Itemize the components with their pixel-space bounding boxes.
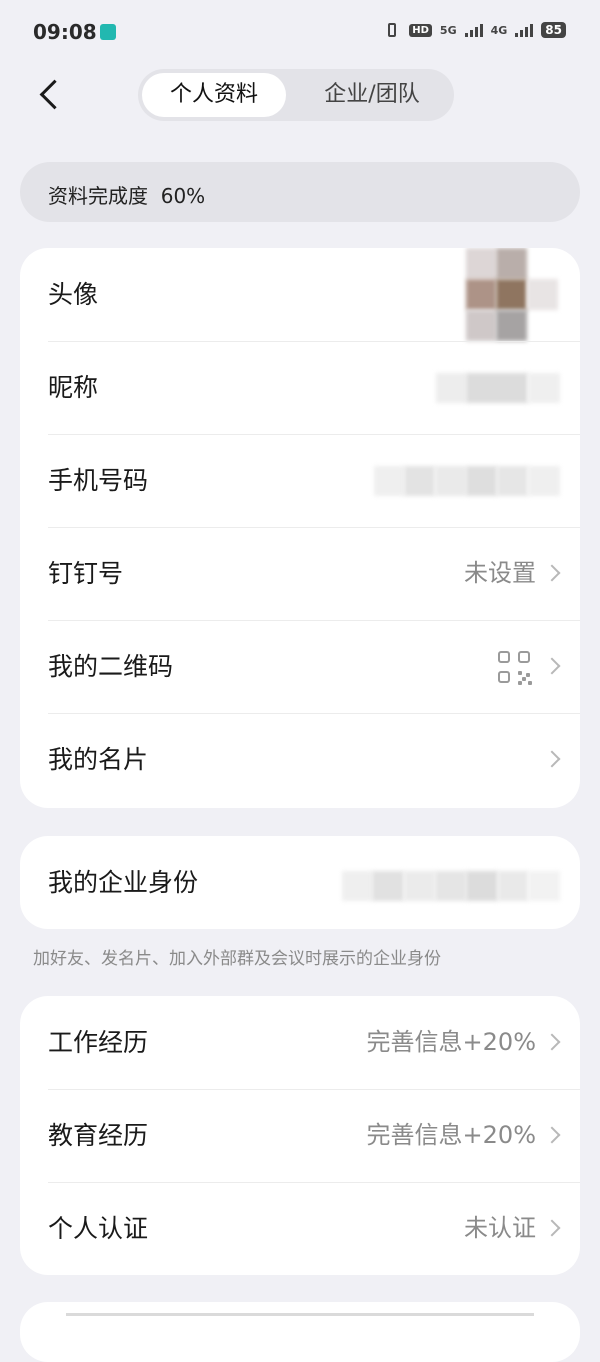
- avatar-row[interactable]: 头像: [20, 248, 580, 341]
- business-card-label: 我的名片: [48, 745, 149, 774]
- profile-info-card: 头像 昵称 手机号码 钉钉号 未设置 我的二维码 我的名片: [20, 248, 580, 808]
- nickname-value-redacted: [436, 373, 560, 403]
- phone-row[interactable]: 手机号码: [20, 434, 580, 527]
- dingtalk-id-row[interactable]: 钉钉号 未设置: [20, 527, 580, 620]
- dingtalk-id-label: 钉钉号: [48, 559, 124, 588]
- work-experience-row[interactable]: 工作经历 完善信息+20%: [20, 996, 580, 1089]
- nickname-row[interactable]: 昵称: [20, 341, 580, 434]
- business-card-row[interactable]: 我的名片: [20, 713, 580, 806]
- work-experience-label: 工作经历: [48, 1028, 149, 1057]
- avatar[interactable]: [466, 248, 558, 341]
- qr-code-icon: [498, 651, 532, 685]
- signal-5g-icon: [464, 23, 483, 37]
- completion-value: 60%: [160, 184, 206, 208]
- app-notification-icon: [100, 24, 116, 40]
- experience-card: 工作经历 完善信息+20% 教育经历 完善信息+20% 个人认证 未认证: [20, 996, 580, 1275]
- next-section-card: [20, 1302, 580, 1362]
- enterprise-identity-hint: 加好友、发名片、加入外部群及会议时展示的企业身份: [33, 949, 441, 969]
- phone-label: 手机号码: [48, 466, 149, 495]
- enterprise-identity-card: 我的企业身份: [20, 836, 580, 929]
- education-row[interactable]: 教育经历 完善信息+20%: [20, 1089, 580, 1182]
- chevron-right-icon: [543, 1219, 561, 1237]
- completion-label: 资料完成度: [48, 184, 148, 208]
- status-time: 09:08: [33, 20, 97, 44]
- enterprise-identity-value-redacted: [342, 871, 560, 901]
- profile-completion-banner: 资料完成度 60%: [20, 162, 580, 222]
- tab-enterprise-team[interactable]: 企业/团队: [298, 73, 446, 117]
- enterprise-identity-row[interactable]: 我的企业身份: [20, 836, 580, 929]
- education-label: 教育经历: [48, 1121, 149, 1150]
- chevron-right-icon: [543, 657, 561, 675]
- education-value: 完善信息+20%: [366, 1121, 536, 1149]
- status-indicators: HD 5G 4G 85: [383, 22, 566, 38]
- personal-verification-row[interactable]: 个人认证 未认证: [20, 1182, 580, 1275]
- network-4g-label: 4G: [490, 23, 508, 37]
- profile-tab-switcher: 个人资料 企业/团队: [138, 69, 454, 121]
- dingtalk-id-value: 未设置: [464, 559, 536, 587]
- qr-code-row[interactable]: 我的二维码: [20, 620, 580, 713]
- signal-4g-icon: [515, 23, 534, 37]
- hd-badge: HD: [409, 23, 432, 37]
- battery-level: 85: [541, 22, 566, 38]
- phone-value-redacted: [374, 466, 560, 496]
- chevron-right-icon: [543, 750, 561, 768]
- tab-personal-profile[interactable]: 个人资料: [142, 73, 286, 117]
- back-button[interactable]: [30, 76, 70, 116]
- next-section-divider: [66, 1313, 534, 1320]
- qr-code-label: 我的二维码: [48, 652, 174, 681]
- enterprise-identity-label: 我的企业身份: [48, 868, 199, 897]
- vibrate-icon: [383, 22, 401, 38]
- network-5g-label: 5G: [439, 23, 457, 37]
- work-experience-value: 完善信息+20%: [366, 1028, 536, 1056]
- personal-verification-label: 个人认证: [48, 1214, 149, 1243]
- chevron-right-icon: [543, 1033, 561, 1051]
- nickname-label: 昵称: [48, 373, 99, 402]
- status-bar: 09:08 HD 5G 4G 85: [0, 0, 600, 64]
- avatar-label: 头像: [48, 280, 99, 309]
- chevron-right-icon: [543, 564, 561, 582]
- chevron-right-icon: [543, 1126, 561, 1144]
- personal-verification-value: 未认证: [464, 1214, 536, 1242]
